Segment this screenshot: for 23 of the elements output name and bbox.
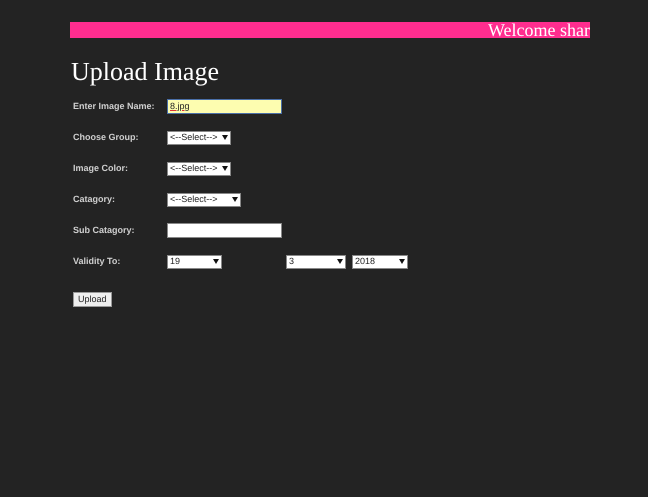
field-label: Choose Group: <box>73 130 140 144</box>
field-label: Image Color: <box>73 162 130 175</box>
dropdown[interactable]: 3 <box>286 254 346 268</box>
field-label: Enter Image Name: <box>73 100 156 113</box>
dropdown[interactable]: <--Select--> <box>167 130 231 144</box>
dropdown[interactable]: <--Select--> <box>167 192 241 206</box>
dropdown[interactable]: 2018 <box>352 254 408 268</box>
page-title: Upload Image <box>71 59 220 85</box>
caret-icon <box>232 197 238 202</box>
caret-icon <box>337 259 343 264</box>
text-field[interactable] <box>167 223 282 238</box>
upload-button[interactable]: Upload <box>73 292 112 307</box>
text-field[interactable]: 8.jpg <box>167 99 282 114</box>
dropdown[interactable]: <--Select--> <box>167 162 231 176</box>
caret-icon <box>222 135 228 140</box>
caret-icon <box>213 259 219 264</box>
field-label: Sub Catagory: <box>73 224 136 237</box>
field-label: Validity To: <box>73 254 122 268</box>
field-label: Catagory: <box>73 192 116 206</box>
caret-icon <box>222 166 228 171</box>
dropdown[interactable]: 19 <box>167 254 222 268</box>
caret-icon <box>399 259 405 264</box>
welcome-banner: Welcome shar <box>70 22 590 38</box>
